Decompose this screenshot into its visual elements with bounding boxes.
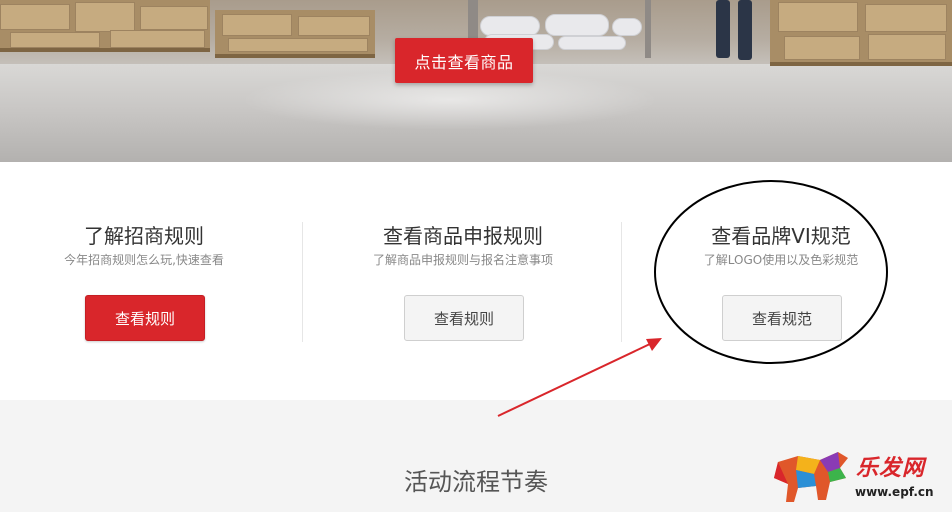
view-products-button[interactable]: 点击查看商品 xyxy=(395,38,533,83)
info-columns: 了解招商规则 今年招商规则怎么玩,快速查看 查看规则 查看商品申报规则 了解商品… xyxy=(0,162,952,400)
column-brand-vi: 查看品牌VI规范 了解LOGO使用以及色彩规范 查看规范 xyxy=(622,162,940,400)
column-title: 查看商品申报规则 xyxy=(383,224,543,248)
view-recruitment-rules-button[interactable]: 查看规则 xyxy=(85,295,205,341)
hero-banner: 点击查看商品 xyxy=(0,0,952,162)
column-subtitle: 了解商品申报规则与报名注意事项 xyxy=(372,253,553,267)
view-declaration-rules-button[interactable]: 查看规则 xyxy=(404,295,524,341)
column-recruitment-rules: 了解招商规则 今年招商规则怎么玩,快速查看 查看规则 xyxy=(0,162,303,400)
column-declaration-rules: 查看商品申报规则 了解商品申报规则与报名注意事项 查看规则 xyxy=(304,162,622,400)
watermark-url: www.epf.cn xyxy=(855,485,934,499)
column-title: 查看品牌VI规范 xyxy=(711,224,851,248)
view-brand-vi-button[interactable]: 查看规范 xyxy=(722,295,842,341)
column-subtitle: 了解LOGO使用以及色彩规范 xyxy=(703,253,859,267)
bull-logo-icon xyxy=(774,452,848,502)
column-title: 了解招商规则 xyxy=(84,224,204,248)
watermark-brand: 乐发网 xyxy=(856,456,926,481)
column-divider xyxy=(302,222,303,342)
column-subtitle: 今年招商规则怎么玩,快速查看 xyxy=(64,253,224,267)
